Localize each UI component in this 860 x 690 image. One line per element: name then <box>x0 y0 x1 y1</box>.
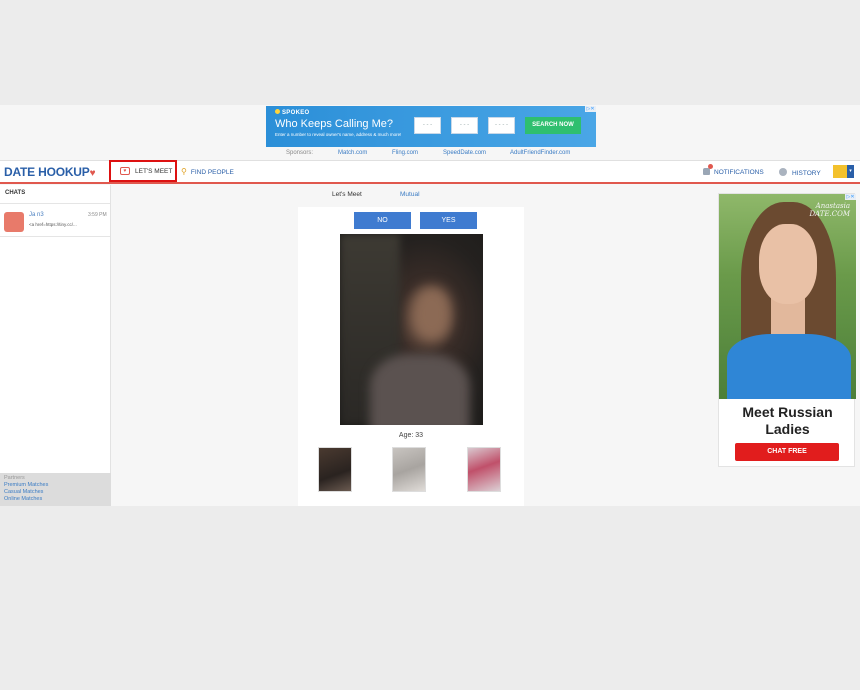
sponsor-link-speeddate[interactable]: SpeedDate.com <box>443 150 486 156</box>
sponsors-label: Sponsors: <box>286 150 314 156</box>
lets-meet-label: LET'S MEET <box>135 168 173 175</box>
lets-meet-icon: ♥ <box>120 167 130 175</box>
bell-icon <box>703 164 713 175</box>
chat-list-item[interactable]: Ja n3 3:59 PM <a href=https://tiny.cc/..… <box>0 204 110 237</box>
anastasia-date-logo: Anastasia DATE.COM <box>809 202 850 218</box>
adchoices-icon[interactable]: ▷✕ <box>845 194 856 200</box>
ad-brand: SPOKEO <box>282 110 310 116</box>
phone-prefix-field[interactable]: - - - <box>451 117 478 134</box>
notifications-link[interactable]: NOTIFICATIONS <box>703 164 764 176</box>
yes-button[interactable]: YES <box>420 212 477 229</box>
find-people-nav-link[interactable]: ⚲ FIND PEOPLE <box>181 167 234 176</box>
top-nav: DATE HOOKUP♥ ♥ LET'S MEET ⚲ FIND PEOPLE N… <box>0 160 860 184</box>
app-window: SPOKEO Who Keeps Calling Me? Enter a num… <box>0 105 860 506</box>
profile-thumbnail-3[interactable] <box>467 447 501 492</box>
chats-heading: CHATS <box>0 185 110 204</box>
heart-icon: ♥ <box>89 168 96 179</box>
spokeo-logo: SPOKEO <box>275 109 309 116</box>
chat-free-button[interactable]: CHAT FREE <box>735 443 839 461</box>
chevron-down-icon: ▾ <box>847 165 854 178</box>
chat-time: 3:59 PM <box>88 212 107 218</box>
history-label: HISTORY <box>792 170 821 177</box>
ad-headline: Meet Russian Ladies <box>742 404 833 437</box>
logo-text: DATE HOOKUP <box>4 165 90 179</box>
lets-meet-nav-button[interactable]: ♥ LET'S MEET <box>109 160 177 182</box>
partner-link-premium[interactable]: Premium Matches <box>4 482 107 489</box>
search-icon: ⚲ <box>181 167 187 176</box>
tab-mutual[interactable]: Mutual <box>400 191 420 198</box>
history-link[interactable]: HISTORY <box>779 167 821 177</box>
profile-thumbnail-1[interactable] <box>318 447 352 492</box>
phone-line-field[interactable]: - - - - <box>488 117 515 134</box>
chat-preview: <a href=https://tiny.cc/... <box>29 222 77 227</box>
tab-lets-meet[interactable]: Let's Meet <box>332 191 362 198</box>
profile-thumbnail-2[interactable] <box>392 447 426 492</box>
account-menu-button[interactable]: ▾ <box>833 165 854 178</box>
avatar <box>833 165 847 178</box>
sponsor-link-fling[interactable]: Fling.com <box>392 150 418 156</box>
sponsors-bar: Sponsors: Match.com Fling.com SpeedDate.… <box>0 148 860 160</box>
adchoices-icon[interactable]: ▷✕ <box>585 106 596 112</box>
partner-link-online[interactable]: Online Matches <box>4 496 107 503</box>
profile-main-photo[interactable] <box>340 234 483 425</box>
ad-headline: Who Keeps Calling Me? <box>275 118 394 130</box>
sponsor-link-adultfriendfinder[interactable]: AdultFriendFinder.com <box>510 150 570 156</box>
right-sidebar-ad[interactable]: Anastasia DATE.COM ▷✕ Meet Russian Ladies… <box>718 193 856 467</box>
find-people-label: FIND PEOPLE <box>190 169 234 176</box>
ad-model-photo: Anastasia DATE.COM ▷✕ <box>719 194 856 399</box>
notifications-label: NOTIFICATIONS <box>714 169 764 176</box>
clock-icon <box>779 168 787 176</box>
partners-box: Partners Premium Matches Casual Matches … <box>0 473 111 506</box>
watermark-line2: DATE.COM <box>809 210 850 218</box>
chat-avatar <box>4 212 24 232</box>
ad-subtext: Enter a number to reveal owner's name, a… <box>275 132 402 137</box>
chat-name: Ja n3 <box>29 212 44 218</box>
sponsor-link-match[interactable]: Match.com <box>338 150 367 156</box>
site-logo[interactable]: DATE HOOKUP♥ <box>4 165 96 179</box>
partners-title: Partners <box>4 475 25 481</box>
partner-link-casual[interactable]: Casual Matches <box>4 489 107 496</box>
no-button[interactable]: NO <box>354 212 411 229</box>
ad-search-now-button[interactable]: SEARCH NOW <box>525 117 581 134</box>
profile-age: Age: 33 <box>398 432 424 439</box>
watermark-line1: Anastasia <box>815 202 850 210</box>
chats-sidebar: CHATS Ja n3 3:59 PM <a href=https://tiny… <box>0 185 111 506</box>
top-banner-ad[interactable]: SPOKEO Who Keeps Calling Me? Enter a num… <box>266 106 596 147</box>
phone-area-field[interactable]: - - - <box>414 117 441 134</box>
profile-card: NO YES Age: 33 <box>298 207 524 506</box>
